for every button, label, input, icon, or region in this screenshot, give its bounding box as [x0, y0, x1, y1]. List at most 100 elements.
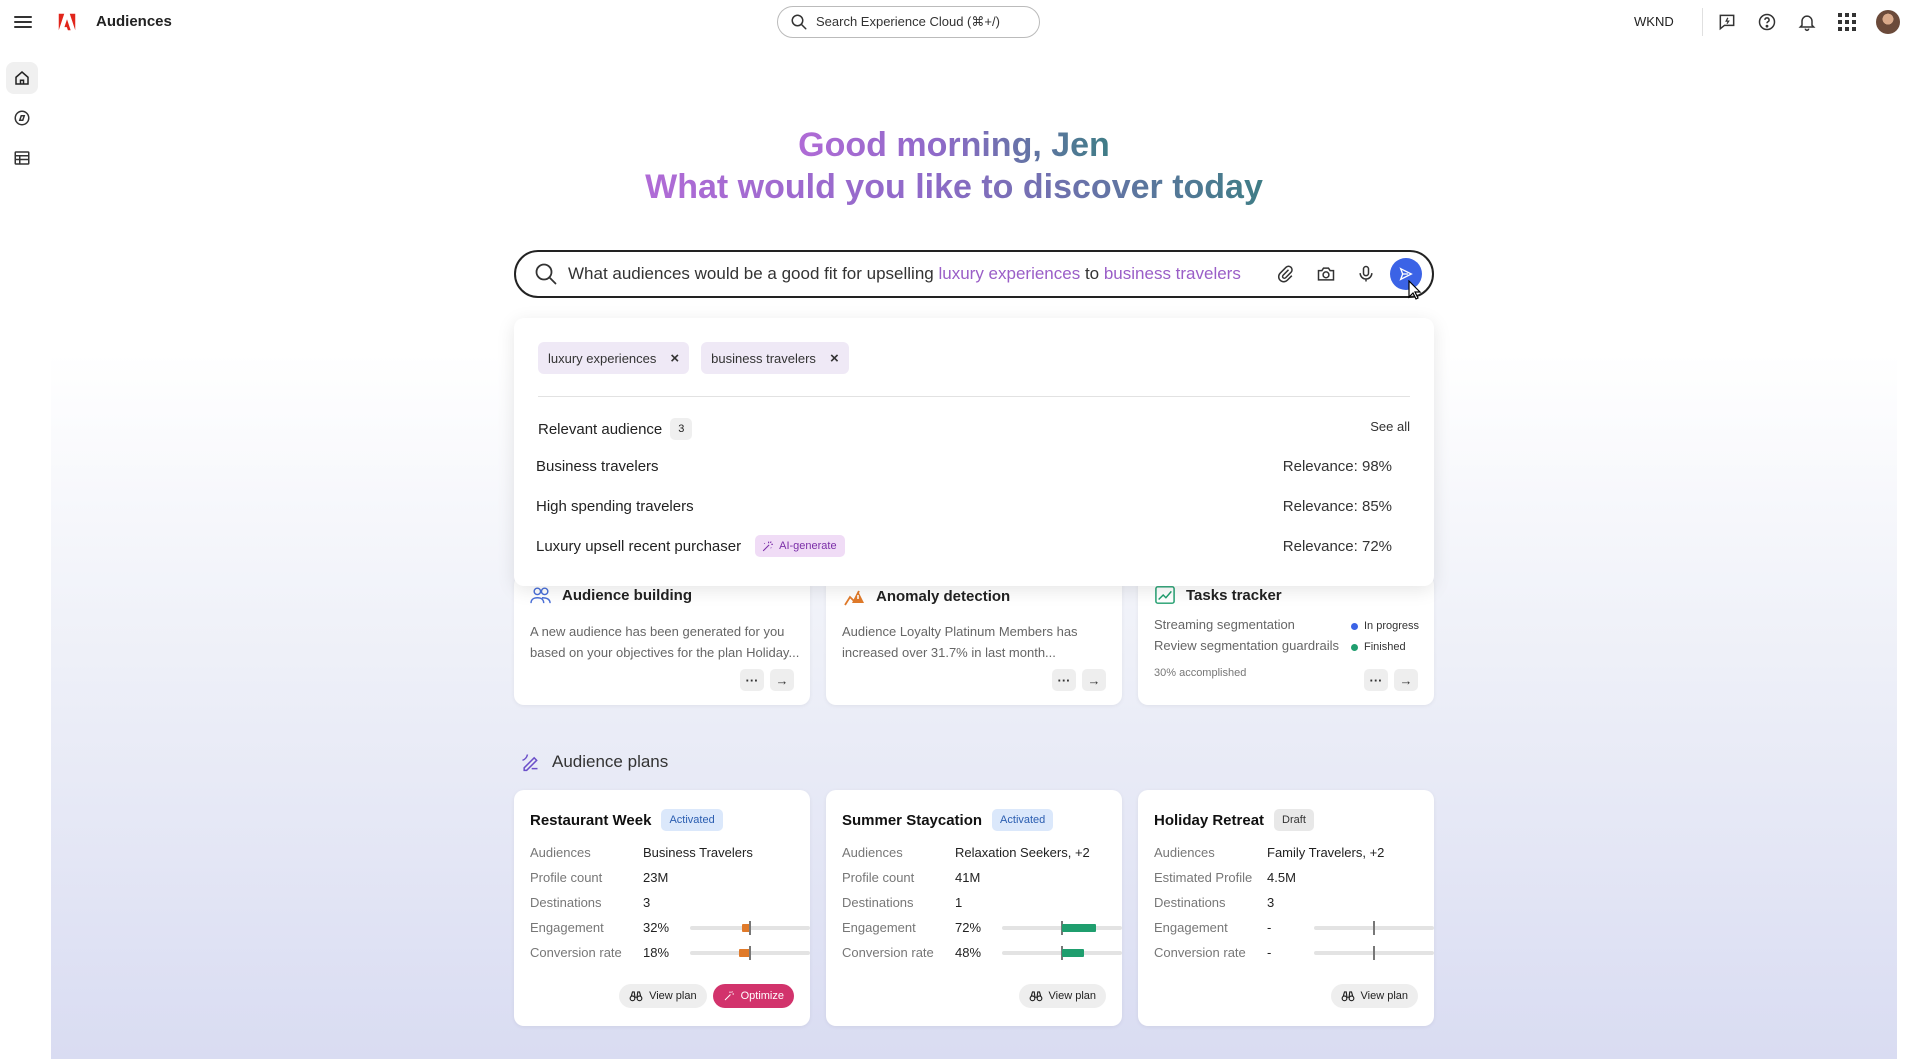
plan-row: Audiences Business Travelers — [530, 845, 800, 863]
plan-actions: View plan — [1325, 984, 1418, 1008]
average-marker — [1373, 921, 1375, 935]
app-switcher-grid-icon[interactable] — [1836, 11, 1858, 33]
home-icon — [15, 71, 29, 85]
chip-label: luxury experiences — [548, 350, 657, 366]
card-actions: ··· → — [1046, 669, 1106, 691]
card-title: Anomaly detection — [876, 587, 1011, 605]
optimize-button[interactable]: Optimize — [712, 984, 794, 1008]
task-item[interactable]: Review segmentation guardrails — [1154, 638, 1339, 653]
row-label: Estimated Profile — [1154, 870, 1253, 885]
audience-building-card[interactable]: Audience building A new audience has bee… — [514, 575, 810, 705]
binoculars-icon — [1341, 991, 1354, 1002]
alert-chart-icon — [844, 590, 864, 606]
menu-icon[interactable] — [14, 13, 32, 31]
task-status-in-progress: In progress — [1351, 620, 1419, 632]
ai-prompt-input[interactable]: What audiences would be a good fit for u… — [514, 250, 1434, 298]
plan-row: Profile count 41M — [842, 870, 1112, 888]
row-value: 1 — [955, 895, 963, 910]
status-badge: Activated — [661, 809, 723, 831]
row-label: Audiences — [842, 845, 903, 860]
app-title: Audiences — [96, 13, 172, 30]
feedback-icon[interactable] — [1716, 11, 1738, 33]
see-all-link[interactable]: See all — [1370, 419, 1410, 434]
compass-icon — [14, 110, 30, 126]
global-search-placeholder: Search Experience Cloud (⌘+/) — [816, 14, 1000, 29]
plan-row: Engagement - — [1154, 920, 1434, 938]
prompt-text-part: to — [1080, 264, 1104, 283]
chip-label: business travelers — [711, 350, 816, 366]
audience-suggestion-item[interactable]: Luxury upsell recent purchaser AI-genera… — [536, 532, 1408, 560]
view-plan-button[interactable]: View plan — [1018, 984, 1106, 1008]
plan-card-restaurant-week[interactable]: Restaurant Week Activated Audiences Busin… — [514, 790, 810, 1026]
average-marker — [749, 921, 751, 935]
view-plan-button[interactable]: View plan — [1330, 984, 1418, 1008]
plan-card-holiday-retreat[interactable]: Holiday Retreat Draft Audiences Family Tr… — [1138, 790, 1434, 1026]
camera-button[interactable] — [1310, 258, 1342, 290]
arrow-right-button[interactable]: → — [1394, 669, 1418, 691]
relevant-audience-label: Relevant audience — [538, 420, 663, 438]
audience-name: Business travelers — [536, 457, 659, 475]
row-value: 32% — [643, 920, 670, 935]
row-label: Conversion rate — [842, 945, 934, 960]
row-label: Destinations — [1154, 895, 1226, 910]
plan-row: Profile count 23M — [530, 870, 800, 888]
plan-row: Destinations 3 — [1154, 895, 1424, 913]
ai-generate-badge[interactable]: AI-generate — [755, 535, 845, 557]
prompt-text: What audiences would be a good fit for u… — [568, 264, 1241, 284]
plan-row: Audiences Relaxation Seekers, +2 — [842, 845, 1112, 863]
status-dot — [1351, 622, 1358, 630]
microphone-button[interactable] — [1350, 258, 1382, 290]
tasks-tracker-card[interactable]: Tasks tracker Streaming segmentation In … — [1138, 575, 1434, 705]
prompt-text-part: What audiences would be a good fit for u… — [568, 264, 939, 283]
notification-bell-icon[interactable] — [1796, 11, 1818, 33]
close-icon[interactable]: × — [830, 350, 839, 367]
plan-row: Destinations 3 — [530, 895, 800, 913]
engagement-bar — [690, 921, 810, 935]
task-item[interactable]: Streaming segmentation — [1154, 617, 1295, 632]
chip-luxury-experiences[interactable]: luxury experiences × — [538, 342, 690, 374]
relevant-audience-heading: Relevant audience 3 — [538, 418, 693, 440]
audience-suggestion-item[interactable]: Business travelers Relevance: 98% — [536, 452, 1408, 480]
more-options-button[interactable]: ··· — [1364, 669, 1388, 691]
help-icon[interactable] — [1756, 11, 1778, 33]
close-icon[interactable]: × — [670, 350, 679, 367]
plan-row: Estimated Profile 4.5M — [1154, 870, 1424, 888]
arrow-right-button[interactable]: → — [770, 669, 794, 691]
row-value: 4.5M — [1267, 870, 1296, 885]
anomaly-detection-card[interactable]: Anomaly detection Audience Loyalty Plati… — [826, 575, 1122, 705]
plan-row: Conversion rate - — [1154, 945, 1434, 963]
search-icon — [535, 263, 557, 285]
row-value: 23M — [643, 870, 669, 885]
row-label: Audiences — [1154, 845, 1215, 860]
audience-suggestion-item[interactable]: High spending travelers Relevance: 85% — [536, 492, 1408, 520]
greeting-line-1: Good morning, Jen — [798, 126, 1110, 164]
relevant-count-badge: 3 — [670, 418, 693, 440]
card-actions: ··· → — [734, 669, 794, 691]
plan-name: Summer Staycation — [842, 811, 983, 829]
optimize-label: Optimize — [740, 990, 784, 1002]
attach-button[interactable] — [1270, 258, 1302, 290]
bar-fill — [1062, 924, 1096, 932]
adobe-logo-icon[interactable] — [56, 11, 78, 33]
view-plan-button[interactable]: View plan — [619, 984, 707, 1008]
view-plan-label: View plan — [649, 990, 697, 1002]
rail-home-button[interactable] — [6, 62, 38, 94]
task-status-finished: Finished — [1351, 641, 1406, 653]
magic-wand-icon — [762, 540, 774, 551]
bar-fill — [1062, 949, 1084, 957]
more-options-button[interactable]: ··· — [1052, 669, 1076, 691]
card-description: Audience Loyalty Platinum Members has in… — [842, 624, 1078, 660]
arrow-right-button[interactable]: → — [1082, 669, 1106, 691]
plan-title: Summer Staycation Activated — [842, 809, 1054, 831]
org-switcher[interactable]: WKND — [1634, 14, 1674, 29]
user-avatar[interactable] — [1876, 10, 1900, 34]
global-search-input[interactable]: Search Experience Cloud (⌘+/) — [777, 6, 1040, 38]
chip-business-travelers[interactable]: business travelers × — [701, 342, 849, 374]
more-options-button[interactable]: ··· — [740, 669, 764, 691]
plan-row: Engagement 32% — [530, 920, 810, 938]
conversion-bar — [1314, 946, 1434, 960]
plan-card-summer-staycation[interactable]: Summer Staycation Activated Audiences Rel… — [826, 790, 1122, 1026]
card-header: Tasks tracker — [1154, 585, 1282, 605]
card-title: Tasks tracker — [1186, 586, 1282, 604]
plan-row: Conversion rate 48% — [842, 945, 1122, 963]
